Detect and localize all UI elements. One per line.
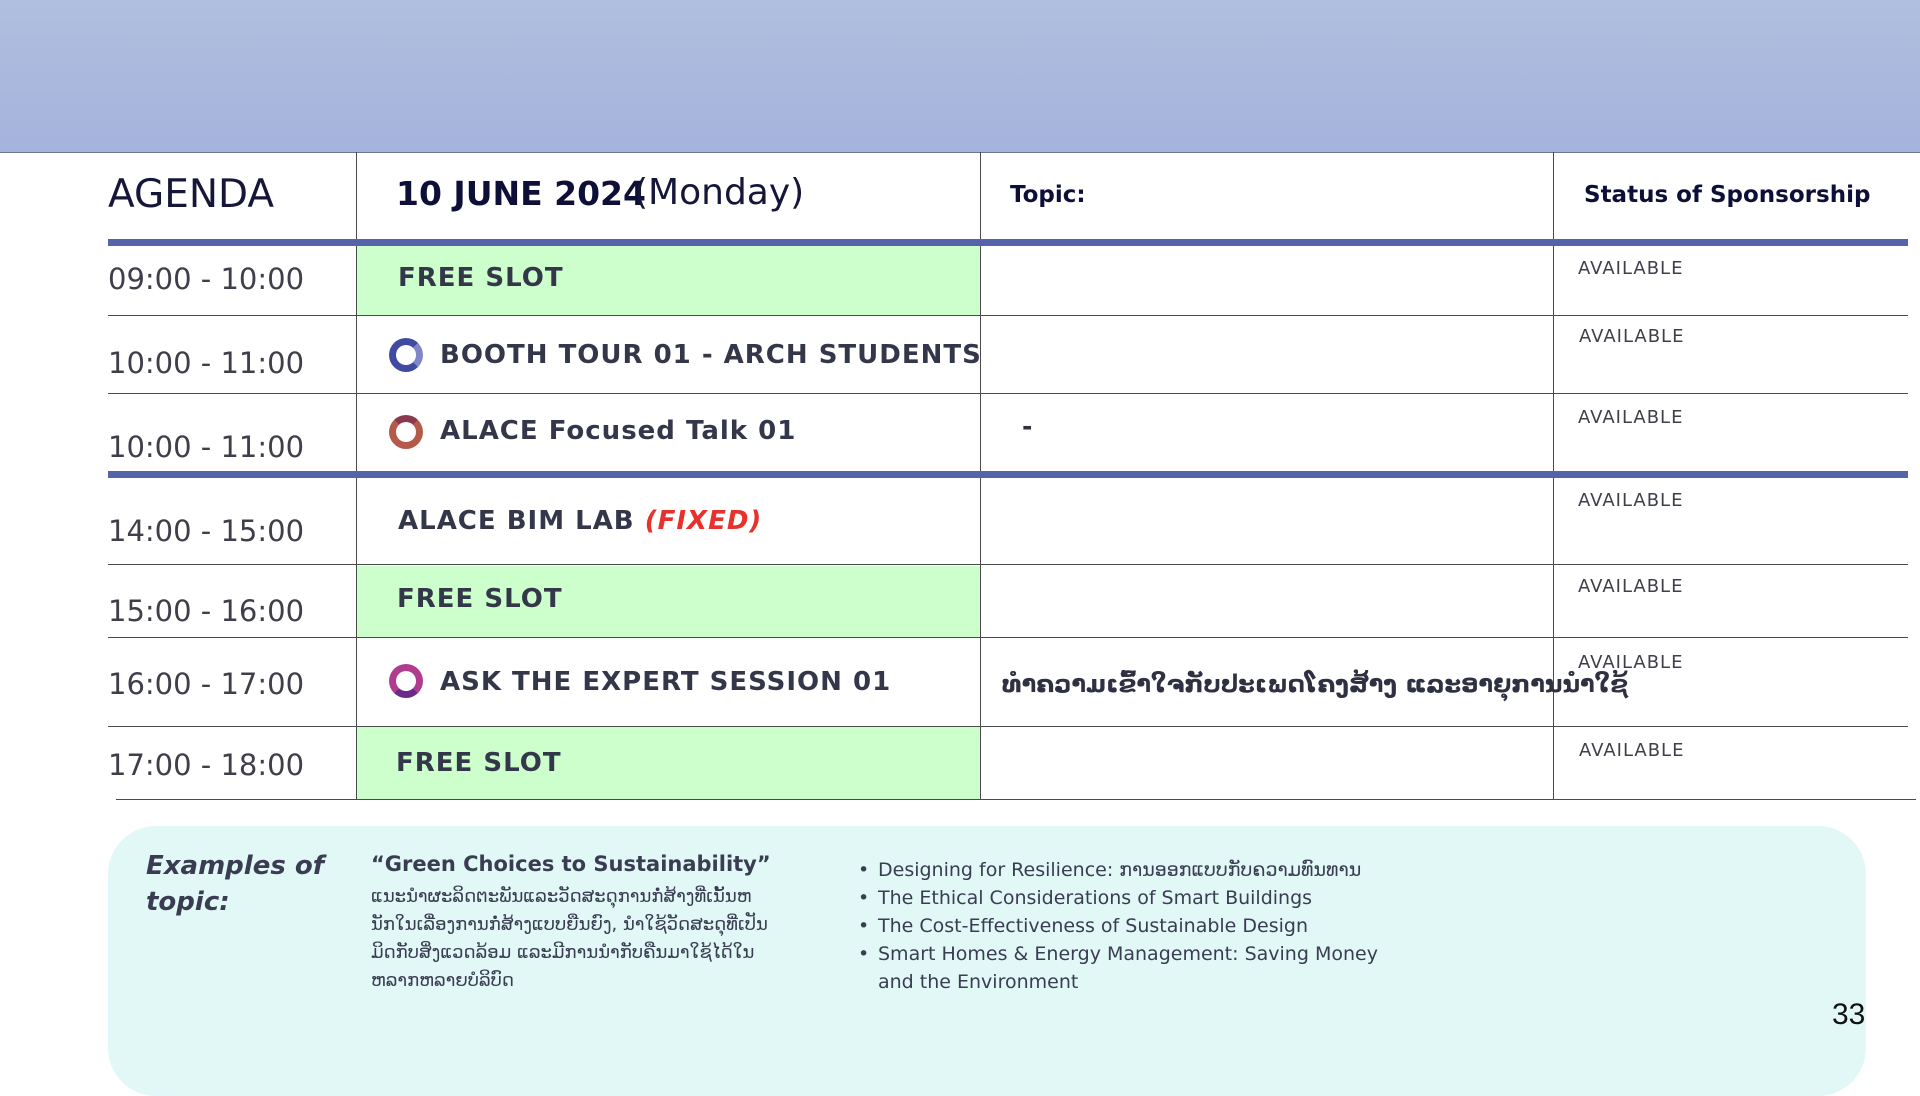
time-cell: 17:00 - 18:00	[108, 748, 305, 782]
ring-icon	[389, 338, 423, 372]
session-title: FREE SLOT	[398, 263, 564, 293]
row-divider	[108, 315, 1908, 316]
examples-title: “Green Choices to Sustainability”	[371, 852, 771, 876]
session-title: BOOTH TOUR 01 - ARCH STUDENTS	[440, 340, 982, 370]
header-divider	[108, 239, 1908, 246]
row-divider	[116, 799, 1916, 800]
agenda-heading: AGENDA	[108, 172, 275, 217]
session-title-text: ALACE BIM LAB	[398, 506, 635, 536]
time-cell: 09:00 - 10:00	[108, 262, 305, 296]
header-band	[0, 0, 1920, 153]
session-title: FREE SLOT	[397, 584, 563, 614]
row-divider	[108, 637, 1908, 638]
row-divider	[108, 393, 1908, 394]
status-cell: AVAILABLE	[1579, 740, 1685, 761]
time-cell: 16:00 - 17:00	[108, 667, 305, 701]
list-item: The Cost-Effectiveness of Sustainable De…	[856, 912, 1416, 940]
status-column-header: Status of Sponsorship	[1584, 182, 1871, 208]
session-title: ALACE Focused Talk 01	[440, 416, 797, 446]
status-cell: AVAILABLE	[1578, 490, 1684, 511]
topic-cell: ທຳຄວາມເຂົ້າໃຈກັບປະເພດໂຄງສ້າງ ແລະອາຍຸການນ…	[1002, 670, 1629, 698]
session-title: FREE SLOT	[396, 748, 562, 778]
list-item: The Ethical Considerations of Smart Buil…	[856, 884, 1416, 912]
topic-cell: -	[1022, 412, 1033, 441]
day-heading: (Monday)	[634, 172, 805, 213]
examples-label: Examples of topic:	[146, 851, 325, 917]
status-cell: AVAILABLE	[1579, 326, 1685, 347]
status-cell: AVAILABLE	[1578, 258, 1684, 279]
ring-icon	[389, 664, 423, 698]
session-divider	[108, 471, 1908, 478]
session-title: ASK THE EXPERT SESSION 01	[440, 667, 892, 697]
examples-list: Designing for Resilience: ການອອກແບບກັບຄວ…	[856, 856, 1416, 996]
page-number: 33	[1832, 998, 1866, 1031]
date-heading: 10 JUNE 2024	[396, 174, 646, 213]
time-cell: 15:00 - 16:00	[108, 594, 305, 628]
ring-icon	[389, 415, 423, 449]
session-title: ALACE BIM LAB (FIXED)	[398, 506, 762, 536]
status-cell: AVAILABLE	[1578, 652, 1684, 673]
topic-column-header: Topic:	[1010, 182, 1086, 208]
list-item: Designing for Resilience: ການອອກແບບກັບຄວ…	[856, 856, 1416, 884]
examples-description: ແນະນຳຜະລິດຕະພັນແລະວັດສະດຸການກໍ່ສ້າງທີ່ເນ…	[371, 886, 768, 991]
time-cell: 10:00 - 11:00	[108, 430, 305, 464]
fixed-tag: (FIXED)	[644, 506, 763, 536]
status-cell: AVAILABLE	[1578, 576, 1684, 597]
status-cell: AVAILABLE	[1578, 407, 1684, 428]
row-divider	[108, 564, 1908, 565]
list-item: Smart Homes & Energy Management: Saving …	[856, 940, 1416, 996]
row-divider	[108, 726, 1908, 727]
time-cell: 14:00 - 15:00	[108, 514, 305, 548]
time-cell: 10:00 - 11:00	[108, 346, 305, 380]
